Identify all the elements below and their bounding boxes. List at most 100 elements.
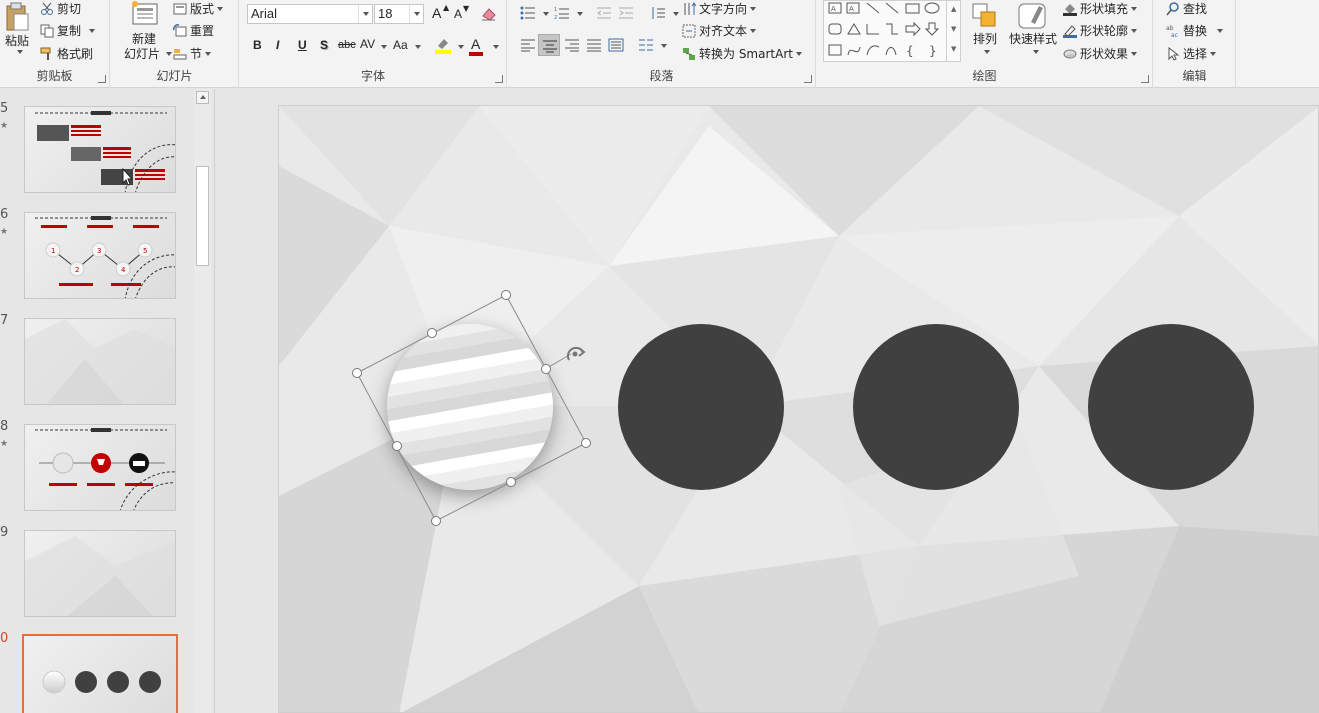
paragraph-launcher-icon[interactable] (804, 75, 812, 83)
powerpoint-window: 粘贴 剪切 复制 格式刷 剪贴板 新建 幻灯片 版式 重置 节 幻灯片 Aria… (0, 0, 1319, 713)
font-color-dropdown-icon[interactable] (493, 45, 499, 49)
quick-styles-button[interactable]: 快速样式 (1005, 0, 1061, 62)
gallery-more-icon[interactable]: ▼ (951, 45, 956, 53)
cut-button[interactable]: 剪切 (40, 0, 81, 17)
reset-icon (173, 23, 187, 36)
slide-thumbnail-10[interactable] (22, 634, 178, 713)
slide-thumbnail-7[interactable] (24, 318, 176, 405)
shrink-font-button[interactable]: A (454, 7, 462, 21)
clipboard-launcher-icon[interactable] (98, 75, 106, 83)
resize-handle[interactable] (581, 438, 591, 448)
dark-circle-4[interactable] (1088, 324, 1254, 490)
slide-7-preview (25, 319, 175, 404)
decrease-indent-icon[interactable] (596, 6, 612, 20)
shrink-font-caret-icon: ▼ (463, 4, 470, 13)
convert-smartart-button[interactable]: 转换为 SmartArt (682, 45, 802, 62)
arrange-button[interactable]: 排列 (967, 0, 1003, 62)
thumbnail-scrollbar[interactable] (194, 89, 211, 713)
replace-button[interactable]: ab ac 替换 (1166, 22, 1224, 39)
resize-handle[interactable] (541, 364, 551, 374)
resize-handle[interactable] (352, 368, 362, 378)
align-text-dropdown-icon (750, 28, 757, 33)
font-size-dropdown-icon[interactable] (409, 5, 423, 23)
layout-button[interactable]: 版式 (173, 0, 224, 17)
char-spacing-dropdown-icon[interactable] (381, 45, 387, 49)
underline-button[interactable]: U (298, 38, 307, 52)
shape-effects-label: 形状效果 (1080, 47, 1129, 61)
slides-group-label: 幻灯片 (156, 69, 193, 83)
gallery-up-icon[interactable]: ▲ (951, 5, 956, 13)
font-name-combo[interactable]: Arial (247, 4, 373, 24)
bullets-dropdown-icon[interactable] (543, 12, 549, 16)
slide-thumbnail-5[interactable] (24, 106, 176, 193)
copy-button[interactable]: 复制 (40, 22, 96, 39)
slide-number: 7 (0, 313, 9, 328)
grow-font-button[interactable]: A (432, 5, 441, 21)
resize-handle[interactable] (392, 441, 402, 451)
reset-button[interactable]: 重置 (173, 22, 214, 39)
font-size-combo[interactable]: 18 (374, 4, 424, 24)
scissors-icon (41, 2, 53, 15)
select-button[interactable]: 选择 (1166, 45, 1217, 62)
resize-handle[interactable] (427, 328, 437, 338)
align-center-button[interactable] (538, 34, 560, 56)
highlight-dropdown-icon[interactable] (458, 45, 464, 49)
font-launcher-icon[interactable] (495, 75, 503, 83)
paste-button[interactable]: 粘贴 (2, 2, 32, 58)
columns-dropdown-icon[interactable] (661, 44, 667, 48)
char-spacing-button[interactable]: AV (360, 37, 375, 51)
shadow-button[interactable]: S (320, 38, 328, 52)
align-right-icon[interactable] (564, 38, 580, 52)
bold-button[interactable]: B (253, 38, 262, 52)
line-spacing-dropdown-icon[interactable] (673, 12, 679, 16)
dark-circle-2[interactable] (618, 324, 784, 490)
font-name-dropdown-icon[interactable] (358, 5, 372, 23)
find-button[interactable]: 查找 (1166, 0, 1207, 17)
italic-button[interactable]: I (276, 38, 279, 52)
columns-icon[interactable] (638, 38, 654, 52)
slide-thumbnail-6[interactable]: 1 2 3 4 5 (24, 212, 176, 299)
shape-effects-button[interactable]: 形状效果 (1063, 45, 1138, 62)
numbering-icon[interactable]: 12 (554, 6, 570, 20)
gallery-down-icon[interactable]: ▼ (951, 25, 956, 33)
justify-icon[interactable] (586, 38, 602, 52)
strikethrough-button[interactable]: abc (338, 39, 356, 51)
select-label: 选择 (1183, 47, 1208, 61)
clear-formatting-icon[interactable] (480, 6, 498, 22)
drawing-launcher-icon[interactable] (1141, 75, 1149, 83)
shapes-gallery[interactable]: A A { } ▲ ▼ ▼ (823, 0, 961, 62)
numbering-dropdown-icon[interactable] (577, 12, 583, 16)
scrollbar-thumb[interactable] (196, 166, 209, 266)
resize-handle[interactable] (431, 516, 441, 526)
highlight-color-icon[interactable] (434, 36, 452, 54)
slide-canvas[interactable] (278, 105, 1319, 713)
shapes-gallery-scroll[interactable]: ▲ ▼ ▼ (946, 1, 960, 61)
align-text-button[interactable]: 对齐文本 (682, 22, 757, 39)
new-slide-button[interactable]: 新建 幻灯片 (117, 0, 172, 64)
resize-handle[interactable] (506, 477, 516, 487)
slide-10-preview (42, 670, 161, 694)
shape-outline-button[interactable]: 形状轮廓 (1063, 22, 1138, 39)
increase-indent-icon[interactable] (618, 6, 634, 20)
line-spacing-icon[interactable] (650, 6, 666, 20)
format-painter-button[interactable]: 格式刷 (40, 45, 93, 62)
editing-group-label: 编辑 (1182, 69, 1207, 83)
slide-thumbnail-pane: 5 ★ 6 ★ 1 2 3 4 5 7 8 ★ 9 0 (0, 89, 215, 713)
section-button[interactable]: 节 (173, 45, 212, 62)
distributed-icon[interactable] (608, 38, 624, 52)
slide-thumbnail-9[interactable] (24, 530, 176, 617)
scroll-up-icon[interactable] (196, 91, 209, 104)
font-color-button[interactable]: A (471, 36, 480, 52)
change-case-button[interactable]: Aa (393, 38, 408, 52)
bullets-icon[interactable] (520, 6, 536, 20)
align-left-icon[interactable] (520, 38, 536, 52)
resize-handle[interactable] (501, 290, 511, 300)
change-case-dropdown-icon[interactable] (415, 45, 421, 49)
dark-circle-3[interactable] (853, 324, 1019, 490)
layout-dropdown-icon (217, 6, 224, 11)
drawing-group: A A { } ▲ ▼ ▼ 排列 快速样式 形状填充 形状轮廓 形状效果 绘图 (817, 0, 1153, 88)
slide-thumbnail-8[interactable] (24, 424, 176, 511)
svg-text:A: A (831, 5, 836, 13)
text-direction-button[interactable]: 文字方向 (682, 0, 757, 17)
shape-fill-button[interactable]: 形状填充 (1063, 0, 1138, 17)
